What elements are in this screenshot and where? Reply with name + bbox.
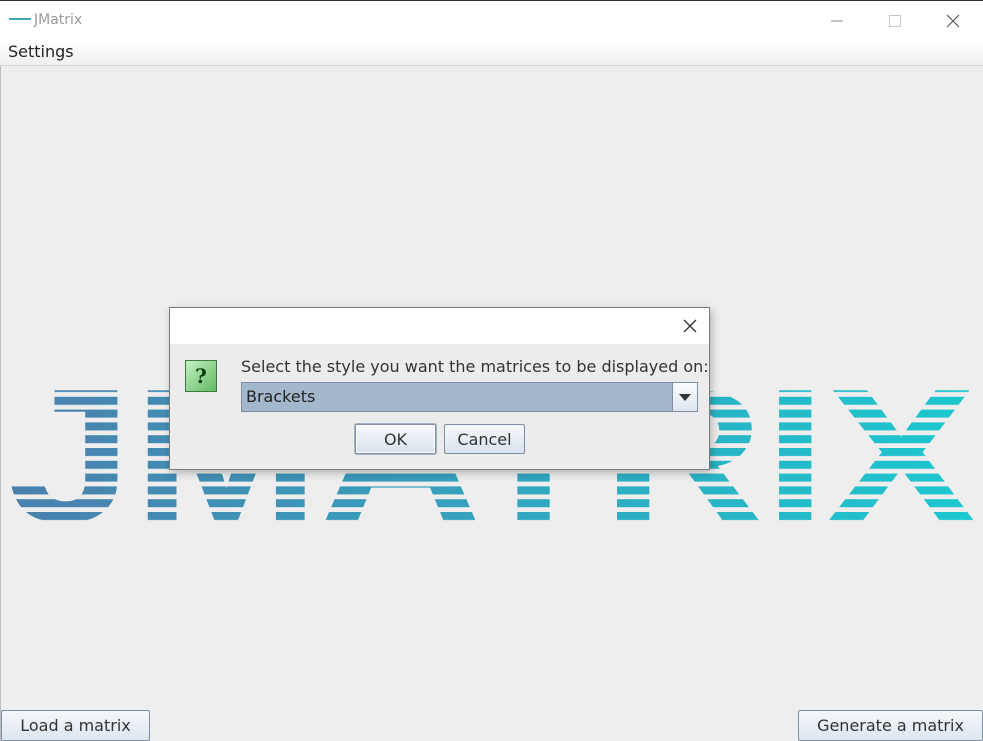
maximize-icon xyxy=(889,15,901,27)
generate-matrix-button[interactable]: Generate a matrix xyxy=(798,710,983,741)
minimize-button[interactable] xyxy=(808,1,866,41)
maximize-button[interactable] xyxy=(866,1,924,41)
combo-selected-value: Brackets xyxy=(246,387,316,406)
menu-settings[interactable]: Settings xyxy=(8,42,74,61)
window-title: JMatrix xyxy=(34,12,83,28)
dialog-title-bar xyxy=(170,308,709,344)
question-glyph: ? xyxy=(195,364,207,388)
app-icon xyxy=(9,18,31,20)
dialog-message: Select the style you want the matrices t… xyxy=(241,357,709,376)
title-bar: JMatrix xyxy=(0,0,983,40)
dialog-close-icon[interactable] xyxy=(681,317,699,335)
combo-arrow-button[interactable] xyxy=(672,383,697,411)
question-icon: ? xyxy=(185,360,217,392)
style-combo-box[interactable]: Brackets xyxy=(241,382,698,412)
style-dialog: ? Select the style you want the matrices… xyxy=(169,307,710,470)
close-button[interactable] xyxy=(924,1,982,41)
ok-button[interactable]: OK xyxy=(355,424,436,454)
minimize-icon xyxy=(831,20,843,22)
menu-bar: Settings xyxy=(0,40,983,66)
close-icon xyxy=(946,14,960,28)
chevron-down-icon xyxy=(679,393,691,401)
cancel-button[interactable]: Cancel xyxy=(444,424,525,454)
load-matrix-button[interactable]: Load a matrix xyxy=(1,710,150,741)
